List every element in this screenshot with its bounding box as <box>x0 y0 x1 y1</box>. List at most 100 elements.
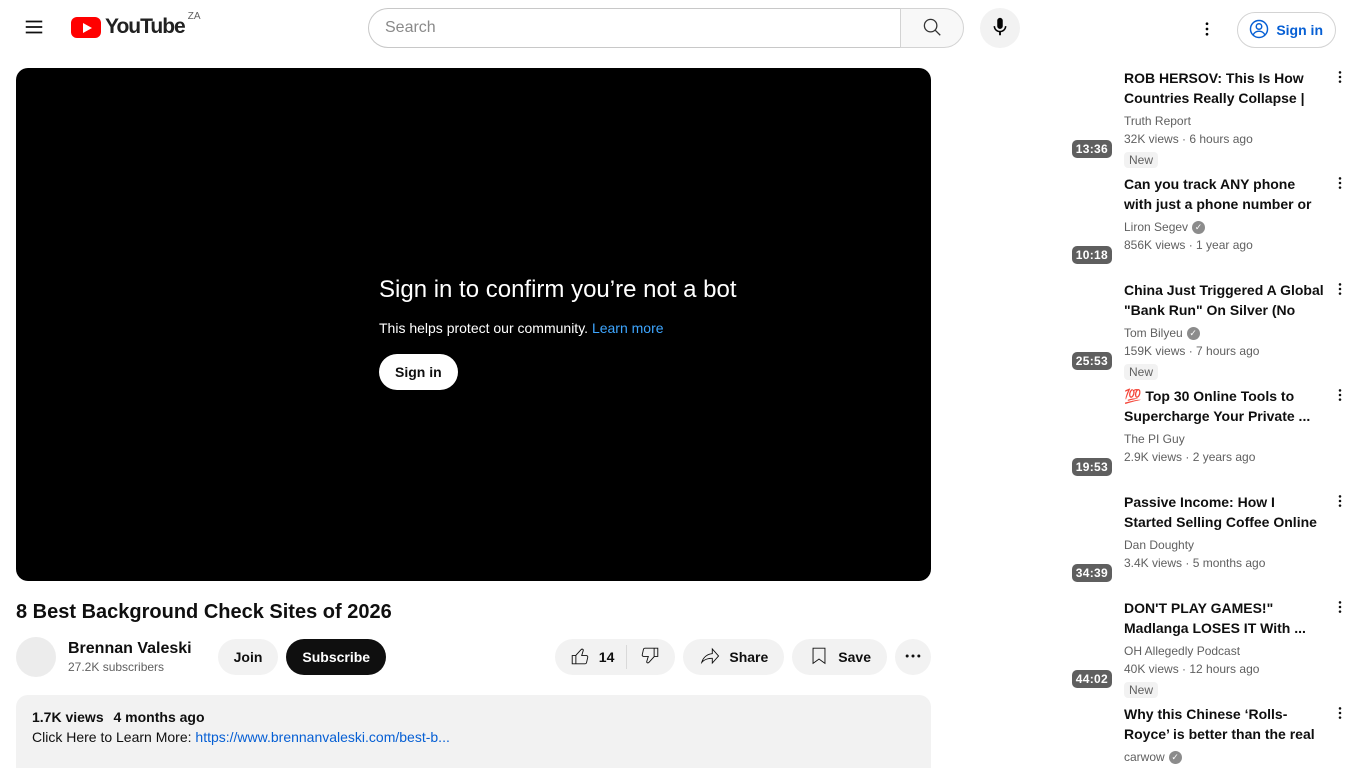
new-badge: New <box>1124 152 1159 168</box>
video-info[interactable]: 💯 Top 30 Online Tools to Supercharge You… <box>1116 386 1352 480</box>
search-icon <box>921 16 943 41</box>
related-videos-sidebar: 13:36 ROB HERSOV: This Is How Countries … <box>948 68 1352 768</box>
subscriber-count: 27.2K subscribers <box>68 660 165 674</box>
related-video-menu-button[interactable] <box>1328 702 1352 726</box>
duration-badge: 13:36 <box>1071 140 1112 158</box>
youtube-play-icon <box>71 17 101 38</box>
share-icon <box>699 645 721 670</box>
related-video-item[interactable]: 44:02 DON'T PLAY GAMES!" Madlanga LOSES … <box>948 596 1352 698</box>
related-video-menu-button[interactable] <box>1328 172 1352 196</box>
subscribe-button[interactable]: Subscribe <box>286 639 387 675</box>
related-video-meta: 159K views · 7 hours ago <box>1124 344 1260 358</box>
related-video-meta: 40K views · 12 hours ago <box>1124 662 1260 676</box>
video-actions: 14 Share Save <box>554 639 931 675</box>
sign-in-label: Sign in <box>1276 22 1323 38</box>
new-badge: New <box>1124 364 1159 380</box>
related-video-meta: 3.4K views · 5 months ago <box>1124 556 1266 570</box>
channel-info[interactable]: Brennan Valeski 27.2K subscribers <box>68 639 192 675</box>
related-video-menu-button[interactable] <box>1328 384 1352 408</box>
video-info[interactable]: DON'T PLAY GAMES!" Madlanga LOSES IT Wit… <box>1116 598 1352 698</box>
bot-check-headline: Sign in to confirm you’re not a bot <box>379 276 737 303</box>
related-channel-name: Dan Doughty <box>1124 538 1195 552</box>
watch-main-column: Sign in to confirm you’re not a bot This… <box>16 68 931 768</box>
related-video-item[interactable]: 19:53 💯 Top 30 Online Tools to Superchar… <box>948 386 1352 480</box>
player-sign-in-button[interactable]: Sign in <box>379 354 458 390</box>
duration-badge: 34:39 <box>1071 564 1112 582</box>
related-video-item[interactable]: 13:36 ROB HERSOV: This Is How Countries … <box>948 66 1352 168</box>
related-video-title: China Just Triggered A Global "Bank Run"… <box>1124 282 1324 318</box>
learn-more-link[interactable]: Learn more <box>592 320 664 336</box>
voice-search-button[interactable] <box>980 8 1020 48</box>
video-thumbnail[interactable]: 10:18 <box>948 174 1116 268</box>
related-channel-name: Truth Report <box>1124 114 1191 128</box>
video-thumbnail[interactable]: 13:36 <box>948 68 1116 162</box>
video-thumbnail[interactable] <box>948 704 1116 768</box>
related-video-item[interactable]: 10:18 Can you track ANY phone with just … <box>948 174 1352 268</box>
video-info[interactable]: Can you track ANY phone with just a phon… <box>1116 174 1352 268</box>
related-video-menu-button[interactable] <box>1328 596 1352 620</box>
save-label: Save <box>838 649 871 665</box>
video-player[interactable]: Sign in to confirm you’re not a bot This… <box>16 68 931 581</box>
search-button[interactable] <box>900 8 964 48</box>
related-video-item[interactable]: 25:53 China Just Triggered A Global "Ban… <box>948 278 1352 380</box>
channel-avatar[interactable] <box>16 637 56 677</box>
view-count: 1.7K views <box>32 709 104 725</box>
video-thumbnail[interactable]: 25:53 <box>948 280 1116 374</box>
like-button[interactable]: 14 <box>555 639 627 675</box>
hamburger-menu-button[interactable] <box>14 8 54 48</box>
kebab-icon <box>1332 599 1348 618</box>
video-thumbnail[interactable]: 34:39 <box>948 492 1116 586</box>
bot-check-message: Sign in to confirm you’re not a bot This… <box>379 276 737 390</box>
video-thumbnail[interactable]: 19:53 <box>948 386 1116 480</box>
like-count: 14 <box>598 649 615 665</box>
channel-name: Brennan Valeski <box>68 640 192 657</box>
related-channel-name: OH Allegedly Podcast <box>1124 644 1241 658</box>
header-sign-in-button[interactable]: Sign in <box>1237 12 1336 48</box>
related-video-title: Can you track ANY phone with just a phon… <box>1124 176 1312 212</box>
top-app-bar: YouTube ZA Sign in <box>0 0 1366 56</box>
related-video-menu-button[interactable] <box>1328 278 1352 302</box>
search-input[interactable] <box>368 8 900 48</box>
person-circle-icon <box>1248 18 1270 43</box>
related-video-title: DON'T PLAY GAMES!" Madlanga LOSES IT Wit… <box>1124 600 1306 636</box>
new-badge: New <box>1124 682 1159 698</box>
description-link-1[interactable]: https://www.brennanvaleski.com/best-b... <box>195 729 449 745</box>
like-dislike-pill: 14 <box>554 639 676 675</box>
bookmark-icon <box>808 645 830 670</box>
video-info[interactable]: ROB HERSOV: This Is How Countries Really… <box>1116 68 1352 168</box>
save-button[interactable]: Save <box>792 639 887 675</box>
video-info[interactable]: Passive Income: How I Started Selling Co… <box>1116 492 1352 586</box>
country-code-label: ZA <box>187 11 201 22</box>
related-video-menu-button[interactable] <box>1328 490 1352 514</box>
kebab-icon <box>1332 493 1348 512</box>
description-line-2: 1. BeenVerified: https://secure.money.co… <box>32 763 915 768</box>
hamburger-icon <box>23 16 45 41</box>
bot-check-subtext: This helps protect our community. Learn … <box>379 320 664 336</box>
related-video-title: 💯 Top 30 Online Tools to Supercharge You… <box>1124 388 1311 424</box>
share-button[interactable]: Share <box>683 639 785 675</box>
join-button[interactable]: Join <box>217 639 279 675</box>
verified-badge-icon: ✓ <box>1186 326 1200 340</box>
related-video-meta: 32K views · 6 hours ago <box>1124 132 1253 146</box>
verified-badge-icon: ✓ <box>1168 750 1182 764</box>
share-label: Share <box>729 649 769 665</box>
youtube-logo[interactable]: YouTube ZA <box>71 11 201 39</box>
more-actions-button[interactable] <box>895 639 931 675</box>
related-video-item[interactable]: 34:39 Passive Income: How I Started Sell… <box>948 492 1352 586</box>
related-video-title: Why this Chinese ‘Rolls-Royce’ is better… <box>1124 706 1315 742</box>
description-box[interactable]: 1.7K views 4 months ago Click Here to Le… <box>16 695 931 768</box>
related-channel-name: Tom Bilyeu <box>1124 326 1183 340</box>
related-video-item[interactable]: Why this Chinese ‘Rolls-Royce’ is better… <box>948 704 1352 768</box>
header-more-options-button[interactable] <box>1187 10 1227 50</box>
upload-age: 4 months ago <box>113 709 205 725</box>
video-info[interactable]: Why this Chinese ‘Rolls-Royce’ is better… <box>1116 704 1352 768</box>
duration-badge: 25:53 <box>1071 352 1112 370</box>
video-thumbnail[interactable]: 44:02 <box>948 598 1116 692</box>
header-right-controls: Sign in <box>1187 10 1336 50</box>
video-info[interactable]: China Just Triggered A Global "Bank Run"… <box>1116 280 1352 380</box>
kebab-icon <box>1198 20 1216 41</box>
related-video-menu-button[interactable] <box>1328 66 1352 90</box>
search-bar <box>368 8 1020 48</box>
duration-badge: 44:02 <box>1071 670 1112 688</box>
dislike-button[interactable] <box>627 639 675 675</box>
